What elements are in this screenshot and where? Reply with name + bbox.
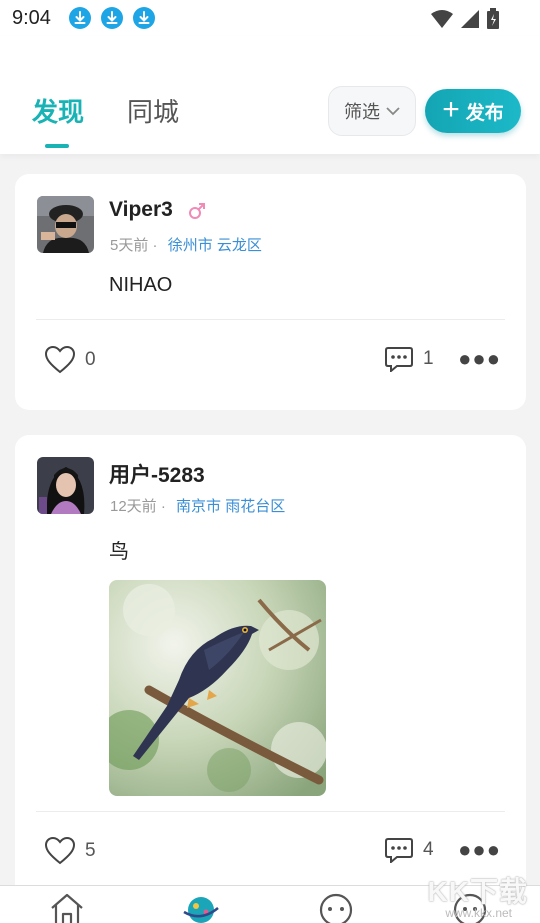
plus-icon: + (442, 92, 460, 126)
top-header: 发现 同城 筛选 + 发布 (0, 36, 540, 154)
post-time: 12天前 (110, 498, 157, 515)
post-image-bird[interactable] (109, 580, 326, 796)
download-notification-icon (100, 7, 123, 29)
like-count: 5 (85, 840, 96, 861)
like-button[interactable]: 5 (45, 837, 96, 865)
publish-label: 发布 (465, 102, 504, 124)
post-meta: 5天前 · 徐州市 云龙区 (110, 237, 262, 254)
divider (36, 319, 505, 320)
heart-icon (45, 837, 75, 865)
tab-discover[interactable]: 发现 (32, 92, 84, 129)
avatar[interactable] (37, 457, 94, 514)
more-options-icon[interactable]: ●●● (458, 346, 501, 372)
post-card[interactable]: Viper3 5天前 · 徐州市 云龙区 NIHAO 0 1 ●●● (15, 174, 526, 410)
avatar[interactable] (37, 196, 94, 253)
post-time: 5天前 (110, 237, 149, 254)
more-options-icon[interactable]: ●●● (458, 837, 501, 863)
comment-count: 4 (423, 839, 434, 860)
post-location[interactable]: 徐州市 云龙区 (168, 237, 262, 254)
comment-count: 1 (423, 348, 434, 369)
message-icon[interactable] (318, 892, 354, 923)
download-notification-icon (132, 7, 155, 29)
battery-icon (486, 8, 500, 35)
active-tab-indicator (45, 144, 69, 148)
post-card[interactable]: 用户-5283 12天前 · 南京市 雨花台区 鸟 5 4 ●●● (15, 435, 526, 905)
comment-button[interactable]: 1 (385, 346, 434, 372)
heart-icon (45, 346, 75, 374)
wifi-icon (430, 9, 454, 34)
comment-icon (385, 838, 413, 863)
home-icon[interactable] (49, 892, 85, 923)
divider (36, 811, 505, 812)
post-content: 鸟 (109, 541, 129, 563)
post-content: NIHAO (109, 274, 173, 296)
publish-button[interactable]: + 发布 (425, 89, 521, 133)
like-count: 0 (85, 349, 96, 370)
chevron-down-icon (386, 107, 400, 116)
like-button[interactable]: 0 (45, 346, 96, 374)
watermark-logo: KK下载 (427, 876, 528, 907)
post-location[interactable]: 南京市 雨花台区 (176, 498, 285, 515)
signal-icon (460, 9, 480, 34)
comment-icon (385, 347, 413, 372)
discover-planet-icon[interactable] (182, 892, 220, 923)
status-bar: 9:04 (0, 0, 540, 36)
watermark-url: www.kkx.net (445, 906, 512, 920)
tab-nearby-city[interactable]: 同城 (127, 92, 179, 129)
status-time: 9:04 (12, 6, 51, 29)
post-meta: 12天前 · 南京市 雨花台区 (110, 498, 286, 515)
filter-button[interactable]: 筛选 (328, 86, 416, 136)
filter-label: 筛选 (344, 102, 380, 122)
username[interactable]: 用户-5283 (109, 459, 205, 489)
username[interactable]: Viper3 (109, 198, 173, 222)
male-gender-icon (188, 202, 206, 225)
download-notification-icon (68, 7, 91, 29)
comment-button[interactable]: 4 (385, 837, 434, 863)
